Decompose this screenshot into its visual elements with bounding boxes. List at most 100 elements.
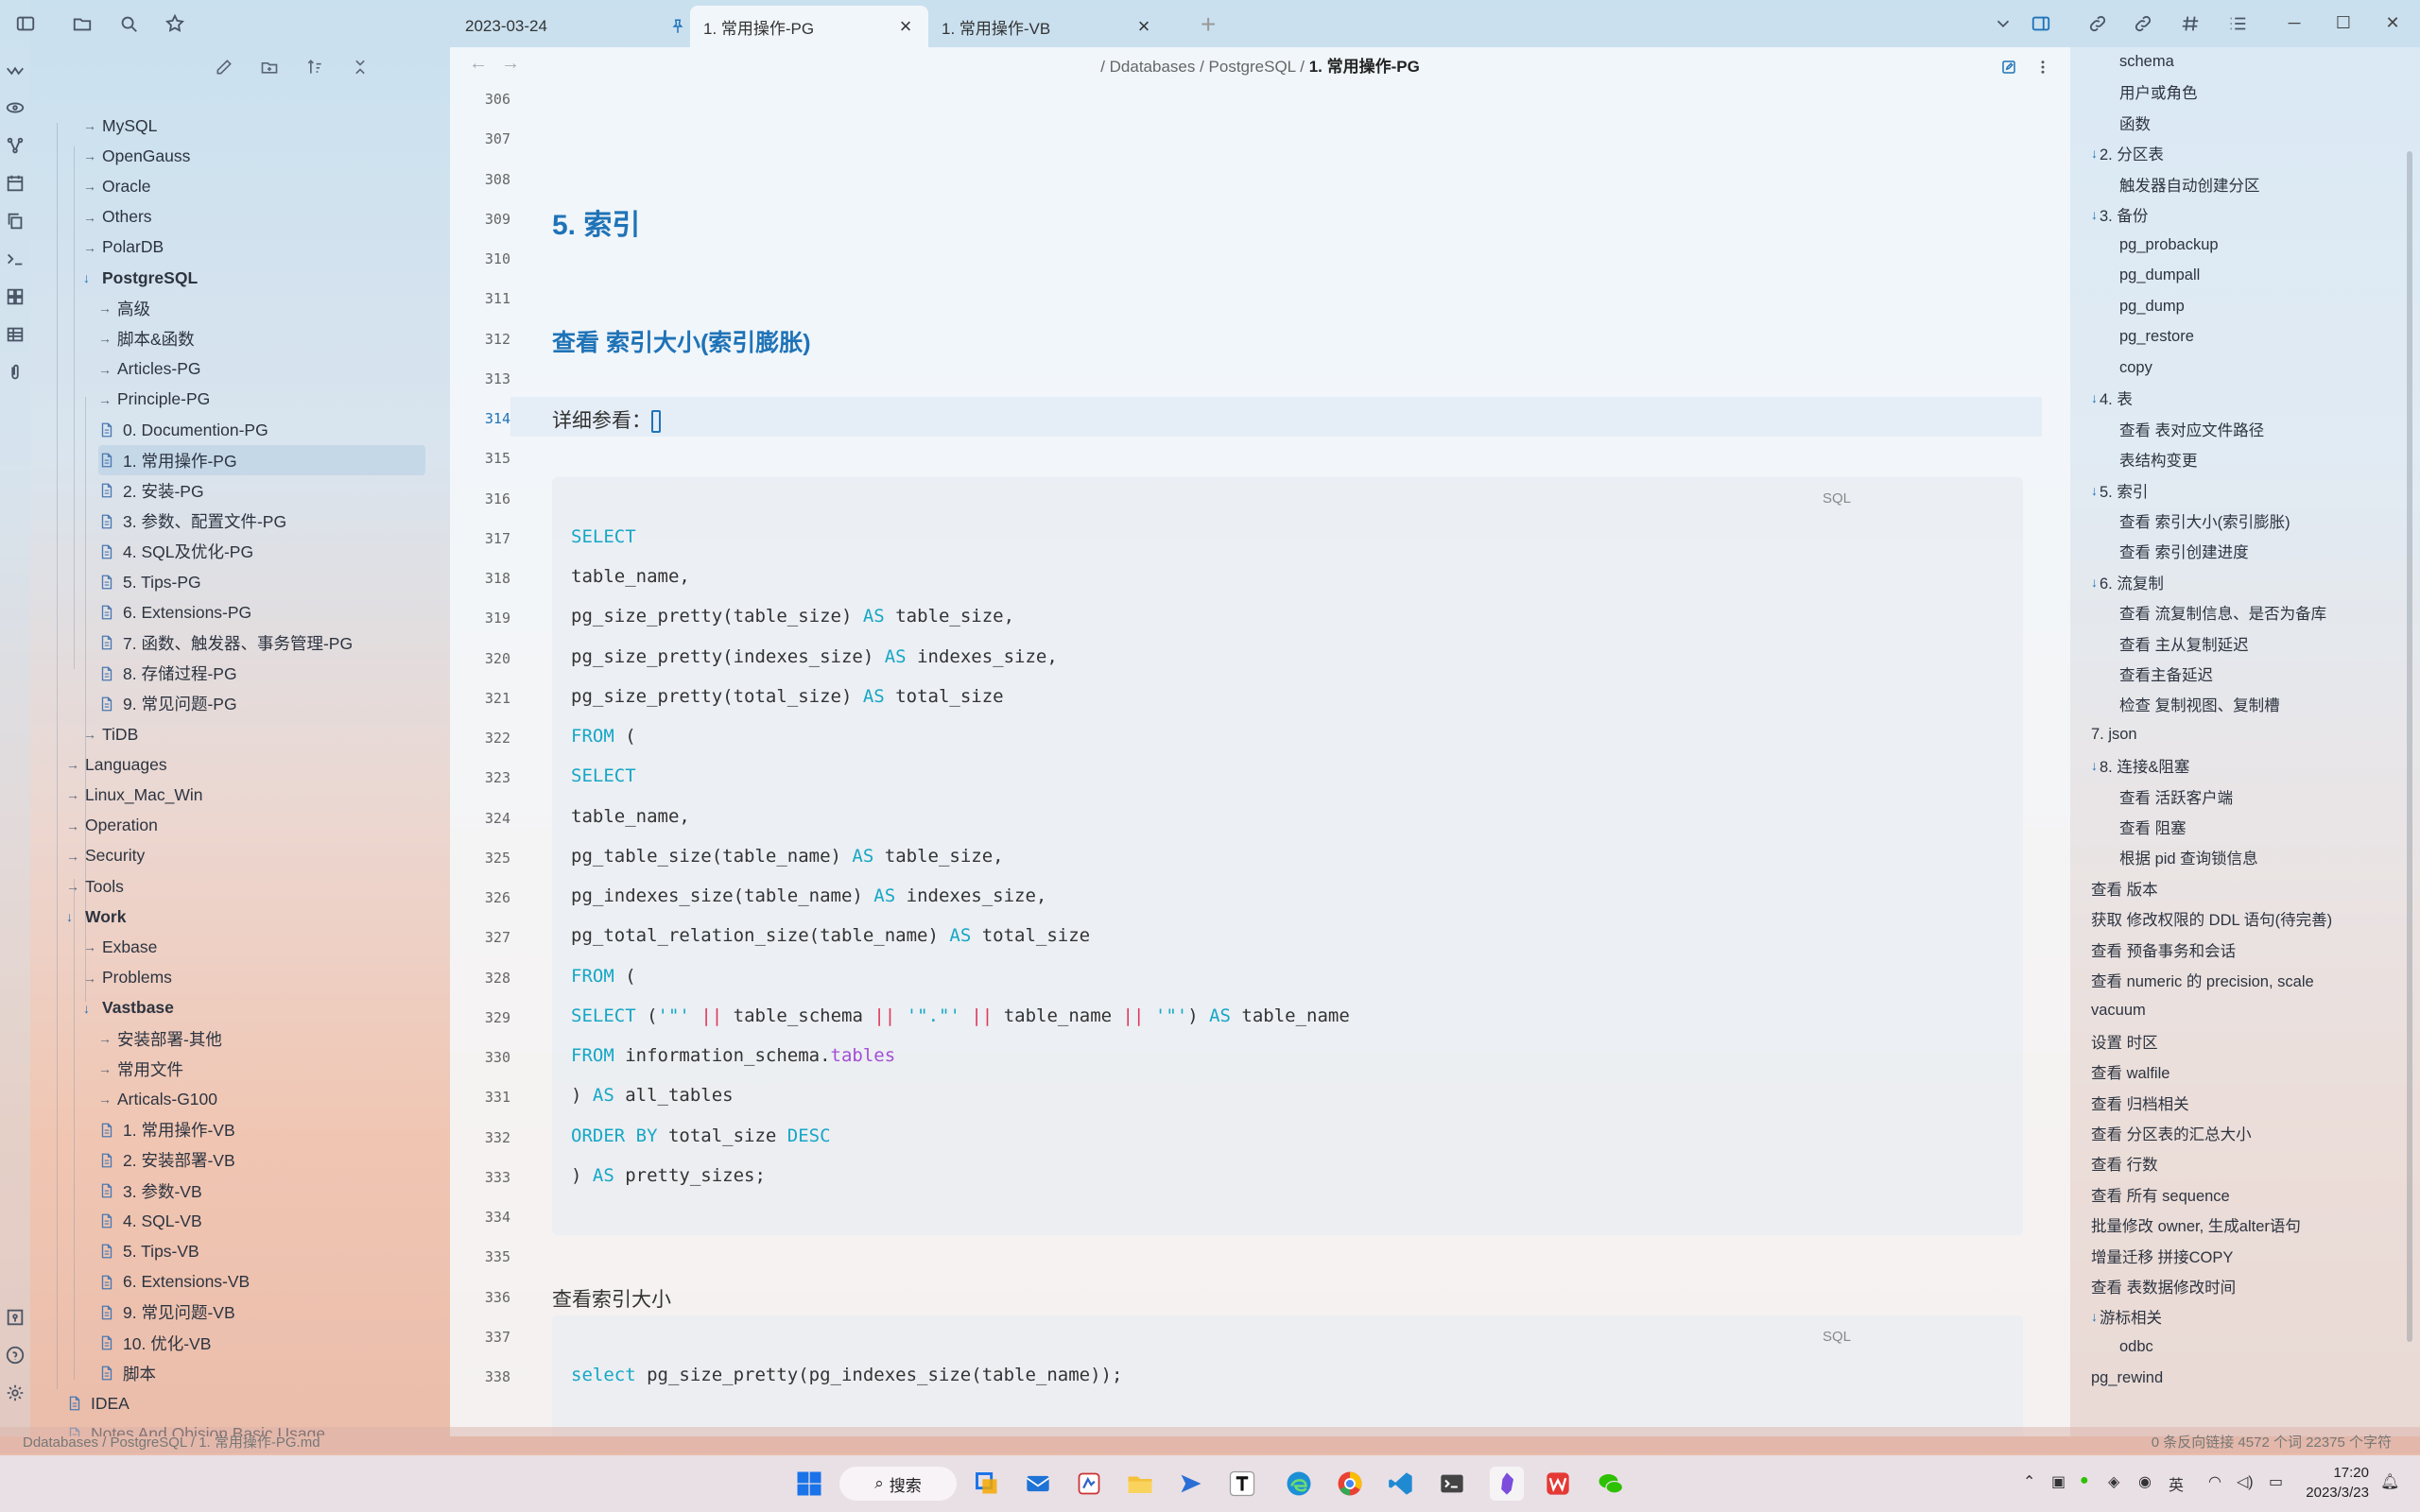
wps-icon[interactable]: [1541, 1467, 1575, 1501]
outline-item[interactable]: 查看 分区表的汇总大小: [2091, 1119, 2252, 1147]
new-tab-icon[interactable]: +: [1201, 9, 1216, 40]
chevron-down-icon[interactable]: ↓: [2091, 207, 2098, 222]
outline-item[interactable]: 查看 索引创建进度: [2119, 537, 2249, 565]
outline-item[interactable]: 批量修改 owner, 生成alter语句: [2091, 1211, 2301, 1239]
heading-3[interactable]: 查看 索引大小(索引膨胀): [552, 324, 811, 358]
task-view-icon[interactable]: [970, 1467, 1004, 1501]
chevron-right-icon[interactable]: →: [83, 240, 98, 255]
editor-content[interactable]: SQL SQL 306 307 308 309 5. 索引 310 311 312 查看 索引大小(…: [450, 81, 2070, 1436]
chevron-right-icon[interactable]: →: [98, 362, 113, 377]
collapse-all-icon[interactable]: [346, 53, 374, 81]
outline-item[interactable]: 查看 主从复制延迟: [2119, 629, 2249, 658]
folder-item[interactable]: → MySQL: [83, 111, 157, 141]
chevron-right-icon[interactable]: →: [83, 118, 98, 133]
tag-hash-icon[interactable]: [2174, 8, 2206, 40]
calendar-icon[interactable]: [0, 168, 30, 198]
folder-item[interactable]: → Problems: [83, 963, 172, 993]
tray-app2-icon[interactable]: ◈: [2108, 1472, 2119, 1491]
vault-icon[interactable]: [0, 1302, 30, 1332]
outline-item[interactable]: 用户或角色: [2119, 77, 2198, 106]
outline-item[interactable]: 查看 表对应文件路径: [2119, 415, 2264, 443]
folder-item[interactable]: → 高级: [98, 293, 150, 323]
minimize-button[interactable]: ─: [2273, 8, 2316, 38]
clock[interactable]: 17:20 2023/3/23: [2306, 1463, 2369, 1503]
file-item[interactable]: 1. 常用操作-VB: [98, 1115, 235, 1145]
help-icon[interactable]: [0, 1340, 30, 1370]
new-folder-icon[interactable]: [255, 53, 284, 81]
app-icon[interactable]: [1072, 1467, 1106, 1501]
folder-item[interactable]: → Linux_Mac_Win: [66, 780, 203, 810]
folder-item[interactable]: → Articals-G100: [98, 1084, 217, 1114]
new-note-icon[interactable]: [210, 53, 238, 81]
maximize-button[interactable]: ☐: [2322, 8, 2365, 38]
outline-item[interactable]: pg_probackup: [2119, 231, 2219, 259]
chevron-down-icon[interactable]: ↓: [2091, 758, 2098, 773]
tab-daily-note[interactable]: 2023-03-24: [452, 6, 690, 47]
folder-item[interactable]: → TiDB: [83, 719, 138, 749]
chevron-down-icon[interactable]: ↓: [2091, 1309, 2098, 1324]
outline-item[interactable]: 查看 阻塞: [2119, 813, 2187, 841]
outline-item[interactable]: 设置 时区: [2091, 1027, 2158, 1056]
outline-item[interactable]: 增量迁移 拼接COPY: [2091, 1242, 2233, 1270]
file-item[interactable]: 9. 常见问题-VB: [98, 1297, 235, 1328]
chevron-down-icon[interactable]: ↓: [2091, 146, 2098, 161]
eye-icon[interactable]: [0, 93, 30, 123]
outline-item[interactable]: 查看主备延迟: [2119, 660, 2213, 688]
mail-icon[interactable]: [1021, 1467, 1055, 1501]
folder-icon[interactable]: [66, 8, 98, 40]
file-item[interactable]: 10. 优化-VB: [98, 1328, 211, 1358]
file-item[interactable]: 2. 安装-PG: [98, 475, 204, 506]
pin-icon[interactable]: [669, 18, 686, 35]
taskbar-search[interactable]: ⌕ 搜索: [839, 1467, 957, 1501]
remote-app-icon[interactable]: [1174, 1467, 1208, 1501]
tab-pg-ops[interactable]: 1. 常用操作-PG ×: [672, 6, 928, 47]
file-item[interactable]: 4. SQL-VB: [98, 1206, 202, 1236]
edge-icon[interactable]: [1282, 1467, 1316, 1501]
outline-item[interactable]: 检查 复制视图、复制槽: [2119, 690, 2280, 718]
file-item[interactable]: 8. 存储过程-PG: [98, 659, 237, 689]
chevron-down-icon[interactable]: ↓: [2091, 390, 2098, 405]
file-explorer-icon[interactable]: [1123, 1467, 1157, 1501]
tray-app3-icon[interactable]: ◉: [2138, 1472, 2152, 1491]
outline-item[interactable]: pg_dumpall: [2119, 262, 2200, 290]
right-sidebar-toggle-icon[interactable]: [2025, 8, 2057, 40]
outline-item[interactable]: ↓ 5. 索引: [2091, 476, 2148, 505]
breadcrumb-path[interactable]: / Ddatabases / PostgreSQL /: [1100, 58, 1309, 76]
outline-item[interactable]: copy: [2119, 353, 2152, 382]
chevron-down-icon[interactable]: ↓: [2091, 575, 2098, 590]
close-window-button[interactable]: ✕: [2371, 8, 2414, 38]
wechat-icon[interactable]: [1594, 1467, 1628, 1501]
outline-item[interactable]: pg_dump: [2119, 292, 2185, 320]
outline-item[interactable]: 查看 numeric 的 precision, scale: [2091, 966, 2314, 994]
typora-icon[interactable]: [1225, 1467, 1259, 1501]
backlink-icon[interactable]: [2082, 8, 2114, 40]
outline-item[interactable]: 查看 流复制信息、是否为备库: [2119, 598, 2326, 627]
folder-item[interactable]: → Others: [83, 202, 152, 232]
file-item[interactable]: 3. 参数、配置文件-PG: [98, 507, 286, 537]
terminal-icon[interactable]: [0, 244, 30, 274]
outgoing-link-icon[interactable]: [2127, 8, 2159, 40]
folder-item[interactable]: → Security: [66, 841, 145, 871]
chevron-down-icon[interactable]: ↓: [83, 270, 98, 285]
graph-view-icon[interactable]: [0, 130, 30, 161]
chevron-right-icon[interactable]: →: [98, 392, 113, 407]
notification-icon[interactable]: 🔔︎: [2380, 1472, 2399, 1491]
copy-icon[interactable]: [0, 206, 30, 236]
outline-scrollbar[interactable]: [2407, 151, 2412, 1342]
breadcrumb-current[interactable]: 1. 常用操作-PG: [1309, 58, 1420, 76]
outline-item[interactable]: 查看 预备事务和会话: [2091, 936, 2236, 964]
outline-item[interactable]: ↓ 4. 表: [2091, 384, 2133, 412]
outline-item[interactable]: ↓ 2. 分区表: [2091, 139, 2164, 167]
outline-item[interactable]: 查看 所有 sequence: [2091, 1180, 2230, 1209]
outline-item[interactable]: 查看 表数据修改时间: [2091, 1272, 2236, 1300]
outline-item[interactable]: ↓ 游标相关: [2091, 1302, 2162, 1331]
outline-list-icon[interactable]: [2221, 8, 2254, 40]
chevron-right-icon[interactable]: →: [66, 849, 81, 864]
tray-chevron-up-icon[interactable]: ⌃: [2023, 1472, 2035, 1491]
outline-item[interactable]: ↓ 8. 连接&阻塞: [2091, 751, 2189, 780]
obsidian-icon[interactable]: [1490, 1467, 1524, 1501]
settings-icon[interactable]: [0, 1378, 30, 1408]
outline-item[interactable]: schema: [2119, 47, 2174, 76]
graph-logo-icon[interactable]: [0, 57, 30, 87]
file-item[interactable]: 2. 安装部署-VB: [98, 1145, 235, 1176]
